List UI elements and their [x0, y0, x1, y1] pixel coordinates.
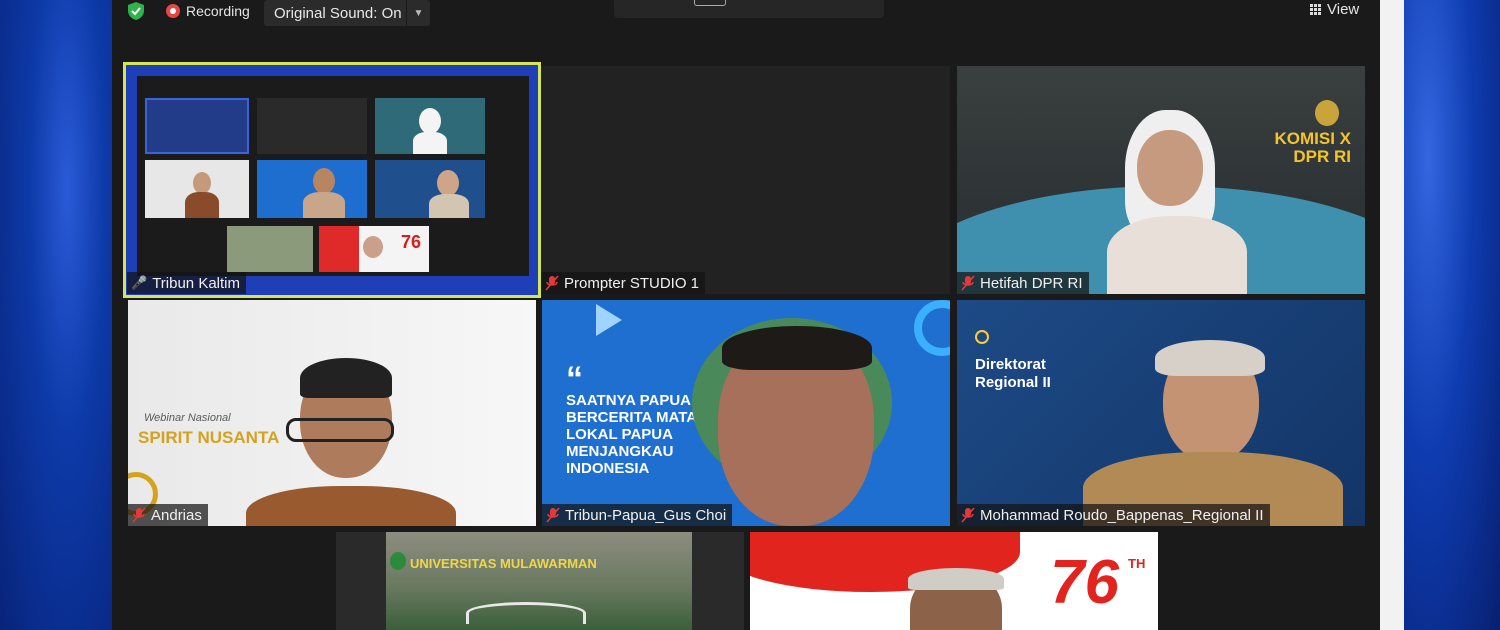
hetifah-title-line1: KOMISI X — [1274, 129, 1351, 148]
participant-name-tag: Mohammad Roudo_Bappenas_Regional II — [957, 504, 1270, 526]
screen-share-banner — [614, 0, 884, 18]
quote-mark-icon: “ — [566, 360, 583, 398]
original-sound-button[interactable]: Original Sound: On ▼ — [264, 0, 430, 26]
participant-name: Hetifah DPR RI — [980, 274, 1083, 292]
unmul-banner-text: UNIVERSITAS MULAWARMAN — [410, 556, 597, 571]
background-spirit-text: SPIRIT NUSANTA — [138, 428, 280, 447]
video-tile-tribun-kaltim[interactable]: 76 🎤 Tribun Kaltim — [123, 62, 541, 298]
record-icon — [166, 4, 180, 18]
muted-mic-icon — [546, 507, 560, 523]
hut-number: 76 — [1050, 548, 1119, 617]
unmul-virtual-background: UNIVERSITAS MULAWARMAN — [386, 532, 692, 630]
recording-indicator[interactable]: Recording — [166, 1, 250, 21]
play-triangle-icon — [596, 304, 622, 336]
muted-mic-icon — [961, 275, 975, 291]
video-tile-mohammad-roudo[interactable]: Direktorat Regional II Mohammad Roudo_Ba… — [957, 300, 1365, 526]
video-tile-unmul[interactable]: UNIVERSITAS MULAWARMAN — [336, 532, 744, 630]
participant-name-tag: Hetifah DPR RI — [957, 272, 1089, 294]
background-webinar-text: Webinar Nasional — [144, 412, 231, 424]
participant-name-tag: 🎤 Tribun Kaltim — [127, 272, 246, 294]
meeting-window: Recording Original Sound: On ▼ View 76 🎤… — [112, 0, 1380, 630]
video-tile-hetifah[interactable]: KOMISI X DPR RI Hetifah DPR RI — [957, 66, 1365, 294]
background-right — [1380, 0, 1500, 630]
keyboard-key-icon — [694, 0, 726, 6]
participant-name: Prompter STUDIO 1 — [564, 274, 700, 292]
background-left — [0, 0, 112, 630]
hut-suffix: TH — [1128, 556, 1146, 571]
participant-name-tag: Andrias — [128, 504, 208, 526]
participant-name: Mohammad Roudo_Bappenas_Regional II — [980, 506, 1264, 524]
emblem-icon — [1315, 100, 1339, 126]
muted-mic-icon — [961, 507, 975, 523]
muted-mic-icon — [545, 275, 559, 291]
view-label: View — [1327, 1, 1360, 18]
chevron-down-icon[interactable]: ▼ — [406, 0, 430, 26]
participant-name: Tribun-Papua_Gus Choi — [565, 506, 727, 524]
decorative-ring — [914, 300, 950, 356]
participant-name: Andrias — [151, 506, 202, 524]
person-icon: 🎤 — [131, 275, 148, 290]
participant-name-tag: Tribun-Papua_Gus Choi — [542, 504, 733, 526]
video-tile-gus-choi[interactable]: SAATNYA PAPUA BERCERITA MATA LOKAL PAPUA… — [542, 300, 950, 526]
grid-view-icon — [1310, 4, 1321, 15]
participant-name-tag: Prompter STUDIO 1 — [541, 272, 706, 294]
recording-label: Recording — [186, 3, 250, 19]
participant-name: Tribun Kaltim — [152, 274, 240, 292]
video-tile-andrias[interactable]: Webinar Nasional SPIRIT NUSANTA Andrias — [128, 300, 536, 526]
meeting-toolbar: Recording Original Sound: On ▼ View — [112, 0, 1380, 40]
shared-screen-thumbnail: 76 — [137, 76, 529, 276]
bappenas-logo-icon — [975, 330, 989, 344]
background-direktorat-text: Direktorat Regional II — [975, 356, 1051, 392]
video-tile-hut76[interactable]: 76 TH — [750, 532, 1158, 630]
original-sound-label: Original Sound: On — [274, 4, 402, 22]
bappenas-line2: Regional II — [975, 374, 1051, 391]
hetifah-title-line2: DPR RI — [1293, 147, 1351, 166]
unmul-logo-icon — [390, 552, 406, 570]
muted-mic-icon — [132, 507, 146, 523]
bappenas-line1: Direktorat — [975, 356, 1046, 373]
hetifah-logo-text: KOMISI X DPR RI — [1274, 130, 1351, 166]
view-button[interactable]: View — [1310, 1, 1359, 18]
security-shield-icon[interactable] — [128, 2, 144, 20]
video-tile-prompter-studio[interactable]: Prompter STUDIO 1 — [541, 66, 950, 294]
